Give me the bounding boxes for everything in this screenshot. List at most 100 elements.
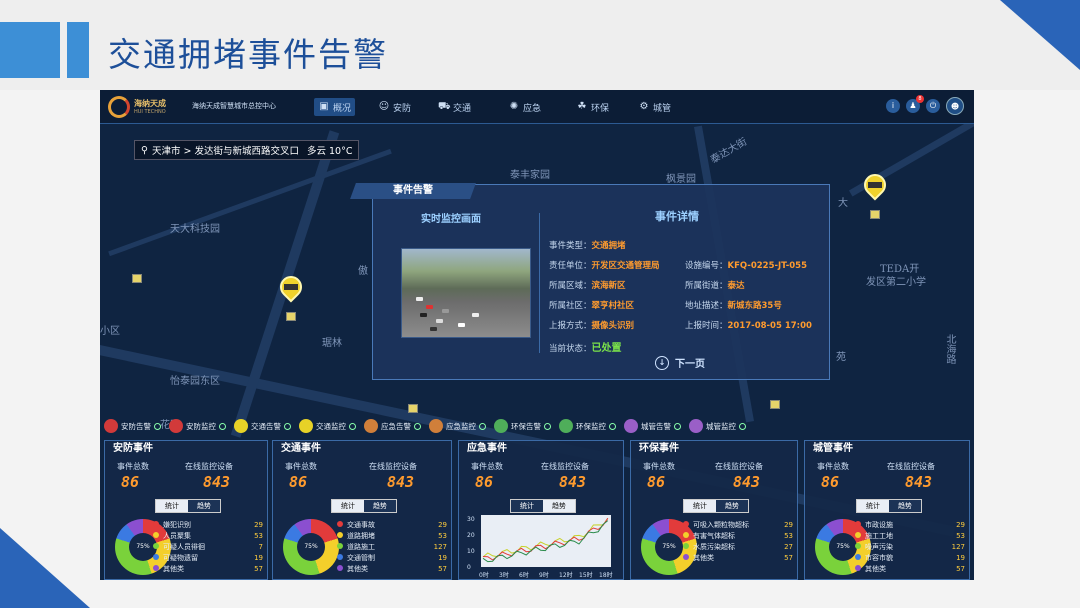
legend-toggle[interactable]: [284, 422, 291, 430]
legend-toggle[interactable]: [609, 422, 616, 430]
category-label: 其他类: [693, 553, 714, 562]
legend-toggle[interactable]: [544, 422, 551, 430]
category-label-wrap: 交通管制: [337, 553, 375, 563]
tab-statistics[interactable]: 统计: [684, 500, 716, 512]
gear-icon: ⚙: [639, 101, 649, 112]
y-tick-label: 20: [467, 532, 475, 539]
legend-label: 城管监控: [706, 421, 736, 431]
legend-toggle[interactable]: [479, 422, 486, 430]
category-list-item: 市政设施 29: [855, 519, 965, 530]
nav-label: 交通: [453, 103, 472, 114]
detail-row-address: 地址描述：新城东路35号: [685, 301, 782, 311]
tab-statistics[interactable]: 统计: [332, 500, 364, 512]
legend-item[interactable]: 应急监控: [429, 419, 486, 433]
category-list-item: 可疑人员徘徊 7: [153, 541, 263, 552]
traffic-monitor-marker[interactable]: [286, 312, 296, 321]
legend-item[interactable]: 应急告警: [364, 419, 421, 433]
legend-item[interactable]: 环保告警: [494, 419, 551, 433]
legend-toggle[interactable]: [349, 422, 356, 430]
tab-trend[interactable]: 趋势: [889, 500, 921, 512]
legend-item[interactable]: 交通告警: [234, 419, 291, 433]
nav-security[interactable]: ☺ 安防: [378, 98, 411, 116]
category-color-dot: [153, 531, 159, 538]
category-label-wrap: 可吸入颗粒物超标: [683, 520, 749, 530]
nav-overview[interactable]: ▣ 概况: [314, 98, 356, 116]
category-color-dot: [337, 564, 343, 571]
legend-label: 交通告警: [251, 421, 281, 431]
category-list-item: 人员聚集 53: [153, 530, 263, 541]
profile-avatar-icon[interactable]: ☻: [946, 97, 964, 115]
donut-center-label: 75%: [829, 533, 857, 561]
nav-traffic[interactable]: ⛟ 交通: [438, 98, 471, 116]
category-list-item: 交通管制 19: [337, 552, 447, 563]
stats-panel: 城管事件 事件总数 在线监控设备 86 843 统计 趋势 75% 市政设施 29 施工工地 53 噪声…: [804, 440, 970, 580]
panel-tabs: 统计 趋势: [856, 499, 922, 513]
category-label-wrap: 噪声污染: [855, 542, 893, 552]
traffic-monitor-marker[interactable]: [770, 400, 780, 409]
legend-item[interactable]: 城管监控: [689, 419, 746, 433]
power-icon[interactable]: ⏻: [926, 99, 940, 113]
legend-item[interactable]: 城管告警: [624, 419, 681, 433]
total-count: 86: [647, 473, 666, 491]
weather-text: 多云 10°C: [306, 146, 353, 157]
category-color-dot: [153, 542, 159, 549]
traffic-monitor-marker[interactable]: [870, 210, 880, 219]
category-label: 噪声污染: [865, 542, 893, 551]
nav-emergency[interactable]: ✺ 应急: [508, 98, 541, 116]
category-label: 可疑物遗留: [163, 553, 198, 562]
tab-trend[interactable]: 趋势: [543, 500, 575, 512]
emergency-icon: ✺: [509, 101, 519, 112]
legend-item[interactable]: 安防监控: [169, 419, 226, 433]
legend-label: 安防监控: [186, 421, 216, 431]
nav-environment[interactable]: ☘ 环保: [576, 98, 610, 116]
category-color-dot: [153, 520, 159, 527]
category-label: 交通管制: [347, 553, 375, 562]
category-count: 29: [254, 520, 263, 529]
legend-item[interactable]: 交通监控: [299, 419, 356, 433]
stats-panel: 交通事件 事件总数 在线监控设备 86 843 统计 趋势 75% 交通事故 29 道路拥堵 53 道路…: [272, 440, 452, 580]
category-list-item: 水质污染超标 27: [683, 541, 793, 552]
legend-toggle[interactable]: [414, 422, 421, 430]
traffic-monitor-marker[interactable]: [408, 404, 418, 413]
category-label-wrap: 其他类: [855, 564, 886, 574]
total-count: 86: [821, 473, 840, 491]
org-name: 海纳天成智慧城市总控中心: [192, 102, 276, 110]
nav-city-management[interactable]: ⚙ 城管: [638, 98, 672, 116]
tab-statistics[interactable]: 统计: [156, 500, 188, 512]
category-label: 交通事故: [347, 520, 375, 529]
legend-toggle[interactable]: [674, 422, 681, 430]
category-list: 嫌犯识别 29 人员聚集 53 可疑人员徘徊 7 可疑物遗留 19 其他类 57: [153, 519, 263, 574]
tab-trend[interactable]: 趋势: [716, 500, 748, 512]
x-tick-label: 6时: [519, 571, 529, 579]
panel-title: 环保事件: [639, 443, 679, 454]
category-label: 道路施工: [347, 542, 375, 551]
legend-toggle[interactable]: [154, 422, 161, 430]
category-label: 市容市貌: [865, 553, 893, 562]
legend-item[interactable]: 环保监控: [559, 419, 616, 433]
live-camera-feed[interactable]: [401, 248, 531, 338]
category-label-wrap: 施工工地: [855, 531, 893, 541]
tab-trend[interactable]: 趋势: [188, 500, 220, 512]
user-icon[interactable]: ♟ 8: [906, 95, 924, 113]
panel-title: 应急事件: [467, 443, 507, 454]
category-color-dot: [683, 520, 689, 527]
legend-label: 交通监控: [316, 421, 346, 431]
detail-row-area: 所属区域：滨海新区: [549, 281, 626, 291]
tab-trend[interactable]: 趋势: [364, 500, 396, 512]
info-icon[interactable]: i: [886, 99, 900, 113]
legend-item[interactable]: 安防告警: [104, 419, 161, 433]
legend-toggle[interactable]: [739, 422, 746, 430]
tab-statistics[interactable]: 统计: [857, 500, 889, 512]
donut-center-label: 75%: [655, 533, 683, 561]
detail-row-report-method: 上报方式：摄像头识别: [549, 321, 635, 331]
next-page-button[interactable]: ↓ 下一页: [655, 355, 705, 370]
legend-toggle[interactable]: [219, 422, 226, 430]
category-label-wrap: 道路施工: [337, 542, 375, 552]
traffic-monitor-marker[interactable]: [132, 274, 142, 283]
category-color-dot: [855, 542, 861, 549]
tab-statistics[interactable]: 统计: [511, 500, 543, 512]
popup-divider: [539, 213, 540, 353]
corner-deco-top-right: [1000, 0, 1080, 70]
category-count: 53: [254, 531, 263, 540]
category-count: 127: [433, 542, 447, 551]
